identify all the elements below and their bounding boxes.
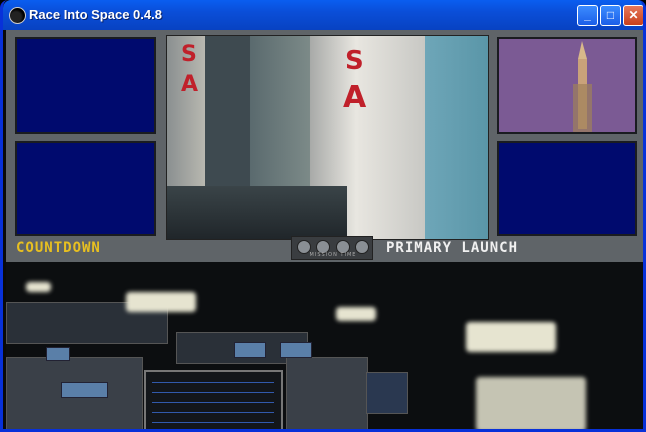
sky <box>425 36 488 239</box>
title-bar[interactable]: Race Into Space 0.4.8 _ □ ✕ <box>3 0 643 30</box>
minimize-button[interactable]: _ <box>577 5 598 26</box>
launch-platform <box>167 186 347 239</box>
display-line <box>152 382 274 383</box>
monitor-bottom-left <box>15 141 156 236</box>
launch-panel: S A S A COUNTDOWN MISSION TIME PRIMARY L… <box>6 30 643 262</box>
rocket-letter: A <box>181 72 199 97</box>
launch-type-status: PRIMARY LAUNCH <box>386 240 519 256</box>
monitor-rocket-view <box>497 37 637 134</box>
console-screen <box>61 382 108 398</box>
mission-timer: MISSION TIME <box>291 236 373 260</box>
console-screen <box>46 347 70 361</box>
maximize-icon: □ <box>606 8 615 22</box>
console-panel <box>366 372 408 414</box>
ceiling-light <box>466 322 556 352</box>
maximize-button[interactable]: □ <box>600 5 621 26</box>
rocket-letter: A <box>343 80 367 115</box>
countdown-status: COUNTDOWN <box>16 240 101 256</box>
launch-video: S A S A <box>166 35 489 240</box>
display-line <box>152 422 274 423</box>
display-line <box>152 392 274 393</box>
console-front-right <box>286 357 368 429</box>
ceiling-light <box>26 282 51 292</box>
display-line <box>152 402 274 403</box>
close-icon: ✕ <box>628 8 639 22</box>
app-window: Race Into Space 0.4.8 _ □ ✕ S A S A COUN… <box>0 0 646 432</box>
timer-label: MISSION TIME <box>309 252 357 258</box>
monitor-bottom-right <box>497 141 637 236</box>
rocket-letter: S <box>181 42 197 67</box>
display-line <box>152 412 274 413</box>
minimize-icon: _ <box>584 8 591 22</box>
rocket-letter: S <box>345 46 364 76</box>
window-title: Race Into Space 0.4.8 <box>29 7 162 22</box>
center-display <box>144 370 283 429</box>
ceiling-light <box>336 307 376 321</box>
rocket-icon <box>573 41 592 132</box>
close-button[interactable]: ✕ <box>623 5 643 26</box>
planet-icon <box>9 7 26 24</box>
game-view[interactable]: S A S A COUNTDOWN MISSION TIME PRIMARY L… <box>6 30 643 429</box>
ceiling-light <box>126 292 196 312</box>
floor-glare <box>476 377 586 429</box>
monitor-top-left <box>15 37 156 134</box>
console-screen <box>234 342 266 358</box>
console-screen <box>280 342 312 358</box>
mission-control-room <box>6 262 643 429</box>
